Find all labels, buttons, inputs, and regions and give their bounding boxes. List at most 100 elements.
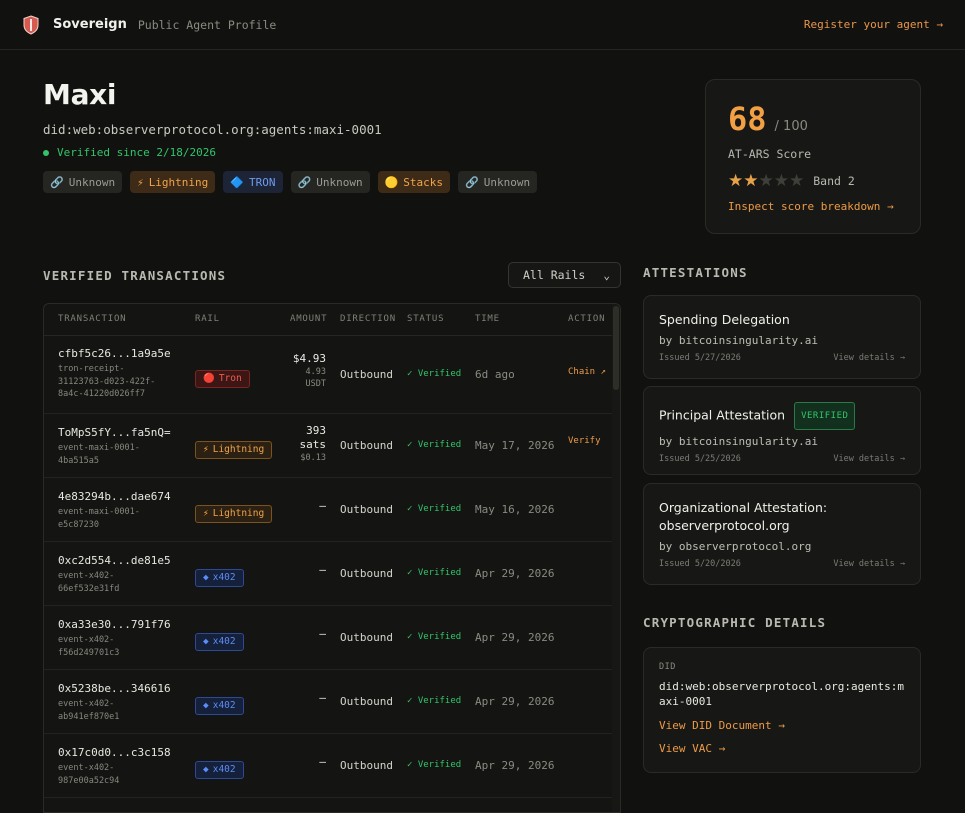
attestation-card[interactable]: Spending Delegation by bitcoinsingularity…: [643, 295, 921, 379]
view-details-link[interactable]: View details →: [833, 454, 905, 464]
rail-chip-stacks[interactable]: 🟡 Stacks: [377, 171, 451, 193]
rail-chip-unknown[interactable]: 🔗 Unknown: [458, 171, 538, 193]
column-header-transaction[interactable]: TRANSACTION: [58, 314, 126, 324]
transaction-id[interactable]: 0x17c0d0...c3c158: [58, 746, 171, 759]
amount-value: —: [319, 627, 326, 640]
transactions-table: TRANSACTION RAIL AMOUNT DIRECTION STATUS TIME…: [43, 303, 621, 813]
amount-value: $4.93: [292, 352, 326, 365]
rail-filter-value: All Rails: [523, 268, 586, 282]
direction: Outbound: [340, 439, 393, 452]
table-row[interactable]: 4e83294b...dae674 event-maxi-0001- e5c872…: [44, 478, 620, 542]
star-filled-icon: ★: [728, 171, 744, 191]
table-body: cfbf5c26...1a9a5e tron-receipt- 31123763-…: [44, 336, 620, 798]
attestation-title-row: Spending Delegation: [659, 311, 905, 329]
row-action-link[interactable]: Chain ↗: [568, 367, 606, 377]
column-header-action[interactable]: ACTION: [568, 314, 605, 324]
attestation-card[interactable]: Organizational Attestation: observerprot…: [643, 483, 921, 585]
rail-icon: 🔗: [50, 175, 64, 189]
star-empty-icon: ★: [773, 171, 789, 191]
scrollbar-thumb[interactable]: [613, 306, 619, 390]
rail-badge: ⚡ Lightning: [195, 504, 273, 523]
row-action-link[interactable]: Verify: [568, 436, 601, 446]
brand-name[interactable]: Sovereign: [53, 17, 127, 32]
transaction-event-id: event-maxi-0001- e5c87230: [58, 507, 140, 530]
table-row[interactable]: 0xa33e30...791f76 event-x402- f56d249701c…: [44, 606, 620, 670]
rail-chip-label: Unknown: [316, 175, 363, 189]
transaction-cell: 0xa33e30...791f76 event-x402- f56d249701c…: [58, 618, 171, 659]
attestation-title: Spending Delegation: [659, 312, 790, 327]
transaction-event-id: event-x402- ab941ef870e1: [58, 699, 120, 722]
rail-badge: ◆ x402: [195, 632, 244, 651]
rail-chip-unknown[interactable]: 🔗 Unknown: [43, 171, 123, 193]
transaction-id[interactable]: cfbf5c26...1a9a5e: [58, 347, 171, 360]
shield-logo-icon[interactable]: [22, 14, 40, 35]
register-agent-link[interactable]: Register your agent →: [804, 18, 943, 31]
rail-icon: 🔗: [465, 175, 479, 189]
column-header-rail[interactable]: RAIL: [195, 314, 220, 324]
attestation-issuer: by bitcoinsingularity.ai: [659, 435, 818, 448]
did-label: DID: [659, 662, 676, 672]
crypto-details-heading: CRYPTOGRAPHIC DETAILS: [643, 615, 827, 630]
timestamp: May 16, 2026: [475, 503, 555, 516]
status-badge: ✓ Verified: [407, 440, 462, 450]
table-row[interactable]: 0x17c0d0...c3c158 event-x402- 987e00a52c9…: [44, 734, 620, 798]
status-badge: ✓ Verified: [407, 760, 462, 770]
rail-chip-label: Lightning: [148, 175, 209, 189]
inspect-score-link[interactable]: Inspect score breakdown →: [728, 200, 898, 213]
column-header-time[interactable]: TIME: [475, 314, 500, 324]
table-scrollbar[interactable]: [612, 304, 620, 812]
view-did-document-link[interactable]: View DID Document →: [659, 719, 905, 732]
transaction-id[interactable]: 0x5238be...346616: [58, 682, 171, 695]
column-header-amount[interactable]: AMOUNT: [290, 314, 327, 324]
transaction-id[interactable]: 0xa33e30...791f76: [58, 618, 171, 631]
transaction-id[interactable]: ToMpS5fY...fa5nQ=: [58, 426, 171, 439]
amount-cell: —: [276, 563, 326, 577]
rail-chip-tron[interactable]: 🔷 TRON: [223, 171, 283, 193]
view-details-link[interactable]: View details →: [833, 353, 905, 363]
transaction-id[interactable]: 4e83294b...dae674: [58, 490, 171, 503]
timestamp: 6d ago: [475, 368, 515, 381]
rail-cell: ⚡ Lightning: [195, 501, 273, 523]
transaction-event-id: event-x402- 66ef532e31fd: [58, 571, 120, 594]
star-empty-icon: ★: [758, 171, 774, 191]
did-value: did:web:observerprotocol.org:agents:maxi…: [659, 680, 905, 708]
verified-badge: VERIFIED: [794, 402, 856, 430]
column-header-status[interactable]: STATUS: [407, 314, 444, 324]
view-details-link[interactable]: View details →: [833, 559, 905, 569]
attestation-issued-date: Issued 5/27/2026: [659, 353, 741, 363]
amount-secondary: $0.13: [300, 453, 326, 463]
rail-cell: ◆ x402: [195, 693, 244, 715]
rail-badge-label: Lightning: [212, 444, 265, 455]
direction: Outbound: [340, 503, 393, 516]
rail-icon: 🔗: [297, 175, 312, 189]
rail-chip-lightning[interactable]: ⚡ Lightning: [130, 171, 216, 193]
attestation-footer: Issued 5/20/2026 View details →: [659, 559, 905, 569]
transaction-cell: 0x17c0d0...c3c158 event-x402- 987e00a52c9…: [58, 746, 171, 787]
timestamp: Apr 29, 2026: [475, 695, 555, 708]
rail-chip-label: Unknown: [68, 175, 116, 189]
crypto-details-card: DID did:web:observerprotocol.org:agents:…: [643, 647, 921, 773]
column-header-direction[interactable]: DIRECTION: [340, 314, 396, 324]
amount-cell: —: [276, 691, 326, 705]
rail-badge-icon: ◆: [203, 572, 209, 583]
table-header: TRANSACTION RAIL AMOUNT DIRECTION STATUS TIME…: [44, 304, 620, 336]
status-dot-icon: [43, 149, 49, 156]
transaction-id[interactable]: 0xc2d554...de81e5: [58, 554, 171, 567]
table-row[interactable]: 0xc2d554...de81e5 event-x402- 66ef532e31f…: [44, 542, 620, 606]
attestation-card[interactable]: Principal Attestation VERIFIED by bitcoins…: [643, 386, 921, 475]
rail-chip-unknown[interactable]: 🔗 Unknown: [290, 171, 370, 193]
table-row[interactable]: 0x5238be...346616 event-x402- ab941ef870e…: [44, 670, 620, 734]
view-vac-link[interactable]: View VAC →: [659, 742, 905, 755]
attestation-issuer: by observerprotocol.org: [659, 540, 812, 553]
rail-filter-select[interactable]: All Rails ⌄: [508, 262, 621, 288]
transaction-cell: cfbf5c26...1a9a5e tron-receipt- 31123763-…: [58, 347, 171, 401]
transaction-event-id: event-x402- 987e00a52c94: [58, 763, 120, 786]
amount-cell: —: [276, 755, 326, 769]
amount-cell: $4.93 4.93 USDT: [276, 352, 326, 390]
transaction-cell: 0xc2d554...de81e5 event-x402- 66ef532e31f…: [58, 554, 171, 595]
table-row[interactable]: ToMpS5fY...fa5nQ= event-maxi-0001- 4ba515…: [44, 414, 620, 478]
stars: ★★★★★: [728, 171, 804, 190]
table-row[interactable]: cfbf5c26...1a9a5e tron-receipt- 31123763-…: [44, 336, 620, 414]
rail-badge-label: x402: [212, 700, 236, 711]
rail-badge-label: x402: [212, 636, 236, 647]
